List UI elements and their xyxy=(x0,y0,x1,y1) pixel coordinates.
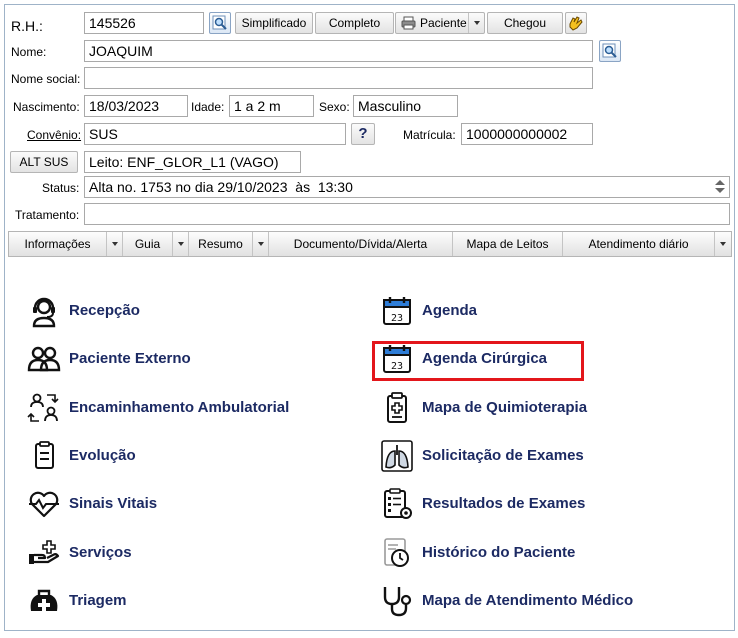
menu-paciente-externo-label: Paciente Externo xyxy=(69,350,191,367)
tab-informacoes-dropdown[interactable] xyxy=(107,232,123,256)
headset-icon xyxy=(32,297,56,328)
matricula-label: Matrícula: xyxy=(403,128,456,142)
menu-mapa-de-atendimento-medico-label: Mapa de Atendimento Médico xyxy=(422,592,634,609)
rh-label: R.H.: xyxy=(11,18,43,34)
paciente-label: Paciente xyxy=(420,16,467,30)
nascimento-input[interactable]: 18/03/2023 xyxy=(84,95,188,117)
calendar-day-text: 23 xyxy=(391,313,403,324)
hand-service-icon xyxy=(29,540,60,564)
menu-resultados-de-exames-label: Resultados de Exames xyxy=(422,495,586,512)
menu-evolucao[interactable]: Evolução xyxy=(27,438,327,472)
menu-mapa-de-atendimento-medico[interactable]: Mapa de Atendimento Médico xyxy=(380,583,700,617)
paciente-dropdown-arrow[interactable] xyxy=(468,13,484,33)
tratamento-input[interactable] xyxy=(84,203,730,225)
simplificado-button[interactable]: Simplificado xyxy=(235,12,313,34)
nascimento-label: Nascimento: xyxy=(13,100,80,114)
menu-sinais-vitais-label: Sinais Vitais xyxy=(69,495,158,512)
tab-informacoes[interactable]: Informações xyxy=(9,232,107,256)
users-icon xyxy=(27,346,61,372)
menu-mapa-de-quimioterapia-label: Mapa de Quimioterapia xyxy=(422,399,588,416)
menu-paciente-externo[interactable]: Paciente Externo xyxy=(27,341,327,375)
sexo-input[interactable]: Masculino xyxy=(353,95,458,117)
clipboard-icon xyxy=(35,441,54,469)
printer-icon xyxy=(401,16,416,30)
tab-resumo[interactable]: Resumo xyxy=(189,232,253,256)
lungs-icon xyxy=(381,440,413,472)
menu-mapa-de-quimioterapia[interactable]: Mapa de Quimioterapia xyxy=(380,390,680,424)
menu-servicos-label: Serviços xyxy=(69,544,132,561)
tab-resumo-dropdown[interactable] xyxy=(253,232,269,256)
completo-button[interactable]: Completo xyxy=(315,12,394,34)
idade-input[interactable]: 1 a 2 m xyxy=(229,95,314,117)
menu-triagem[interactable]: Triagem xyxy=(27,583,327,617)
menu-encaminhamento-ambulatorial[interactable]: Encaminhamento Ambulatorial xyxy=(27,390,347,424)
tab-guia[interactable]: Guia xyxy=(123,232,173,256)
calendar-icon: 23 xyxy=(383,297,411,325)
status-label: Status: xyxy=(42,181,80,195)
leito-field: Leito: ENF_GLOR_L1 (VAGO) xyxy=(84,151,301,173)
status-scroll-arrows[interactable] xyxy=(714,179,726,195)
tab-mapa-de-leitos[interactable]: Mapa de Leitos xyxy=(453,232,563,256)
menu-evolucao-label: Evolução xyxy=(69,447,136,464)
nome-input[interactable]: JOAQUIM xyxy=(84,40,593,62)
highlight-box xyxy=(372,341,584,381)
search-icon xyxy=(602,43,617,58)
patient-panel: R.H.: 145526 Simplificado Completo Pacie… xyxy=(4,4,735,631)
tab-documento-divida-alerta[interactable]: Documento/Dívida/Alerta xyxy=(269,232,453,256)
tab-atendimento-diario-dropdown[interactable] xyxy=(715,232,731,256)
stethoscope-icon xyxy=(383,587,412,617)
chegou-button[interactable]: Chegou xyxy=(487,12,563,34)
convenio-link[interactable]: Convênio: xyxy=(27,128,81,142)
rh-search-button[interactable] xyxy=(209,12,231,34)
menu-servicos[interactable]: Serviços xyxy=(27,535,327,569)
menu-agenda[interactable]: 23 Agenda xyxy=(380,293,680,327)
medical-clipboard-icon xyxy=(387,392,407,423)
alt-sus-button[interactable]: ALT SUS xyxy=(10,151,78,173)
menu-recepcao[interactable]: Recepção xyxy=(27,293,327,328)
tab-guia-dropdown[interactable] xyxy=(173,232,189,256)
medical-kit-icon xyxy=(30,589,58,611)
heartbeat-icon xyxy=(29,491,59,518)
nome-social-input[interactable] xyxy=(84,67,593,89)
nome-search-button[interactable] xyxy=(599,40,621,62)
menu-solicitacao-de-exames-label: Solicitação de Exames xyxy=(422,447,584,464)
sexo-label: Sexo: xyxy=(319,100,350,114)
menu-historico-do-paciente[interactable]: Histórico do Paciente xyxy=(380,535,680,569)
convenio-input[interactable]: SUS xyxy=(84,123,346,145)
referral-icon xyxy=(27,393,59,422)
nome-label: Nome: xyxy=(11,45,47,59)
menu-encaminhamento-ambulatorial-label: Encaminhamento Ambulatorial xyxy=(69,399,290,416)
action-tab-bar: Informações Guia Resumo Documento/Dívida… xyxy=(8,231,732,257)
hand-wave-icon xyxy=(569,16,583,31)
menu-historico-do-paciente-label: Histórico do Paciente xyxy=(422,544,576,561)
menu-agenda-label: Agenda xyxy=(422,302,478,319)
menu-sinais-vitais[interactable]: Sinais Vitais xyxy=(27,486,327,520)
hand-button[interactable] xyxy=(565,12,587,34)
paciente-button[interactable]: Paciente xyxy=(395,12,485,34)
rh-input[interactable]: 145526 xyxy=(84,12,204,34)
results-icon xyxy=(384,488,412,519)
search-icon xyxy=(212,15,227,30)
menu-triagem-label: Triagem xyxy=(69,592,127,609)
idade-label: Idade: xyxy=(191,100,225,114)
tratamento-label: Tratamento: xyxy=(15,208,80,222)
history-icon xyxy=(384,538,409,567)
menu-resultados-de-exames[interactable]: Resultados de Exames xyxy=(380,486,680,520)
nome-social-label: Nome social: xyxy=(11,72,81,86)
status-field: Alta no. 1753 no dia 29/10/2023 às 13:30 xyxy=(84,176,730,198)
tab-atendimento-diario[interactable]: Atendimento diário xyxy=(563,232,715,256)
menu-solicitacao-de-exames[interactable]: Solicitação de Exames xyxy=(380,438,680,472)
matricula-input[interactable]: 1000000000002 xyxy=(461,123,593,145)
convenio-help-button[interactable]: ? xyxy=(351,123,375,145)
status-text: Alta no. 1753 no dia 29/10/2023 às 13:30 xyxy=(89,179,353,195)
menu-recepcao-label: Recepção xyxy=(69,302,140,319)
